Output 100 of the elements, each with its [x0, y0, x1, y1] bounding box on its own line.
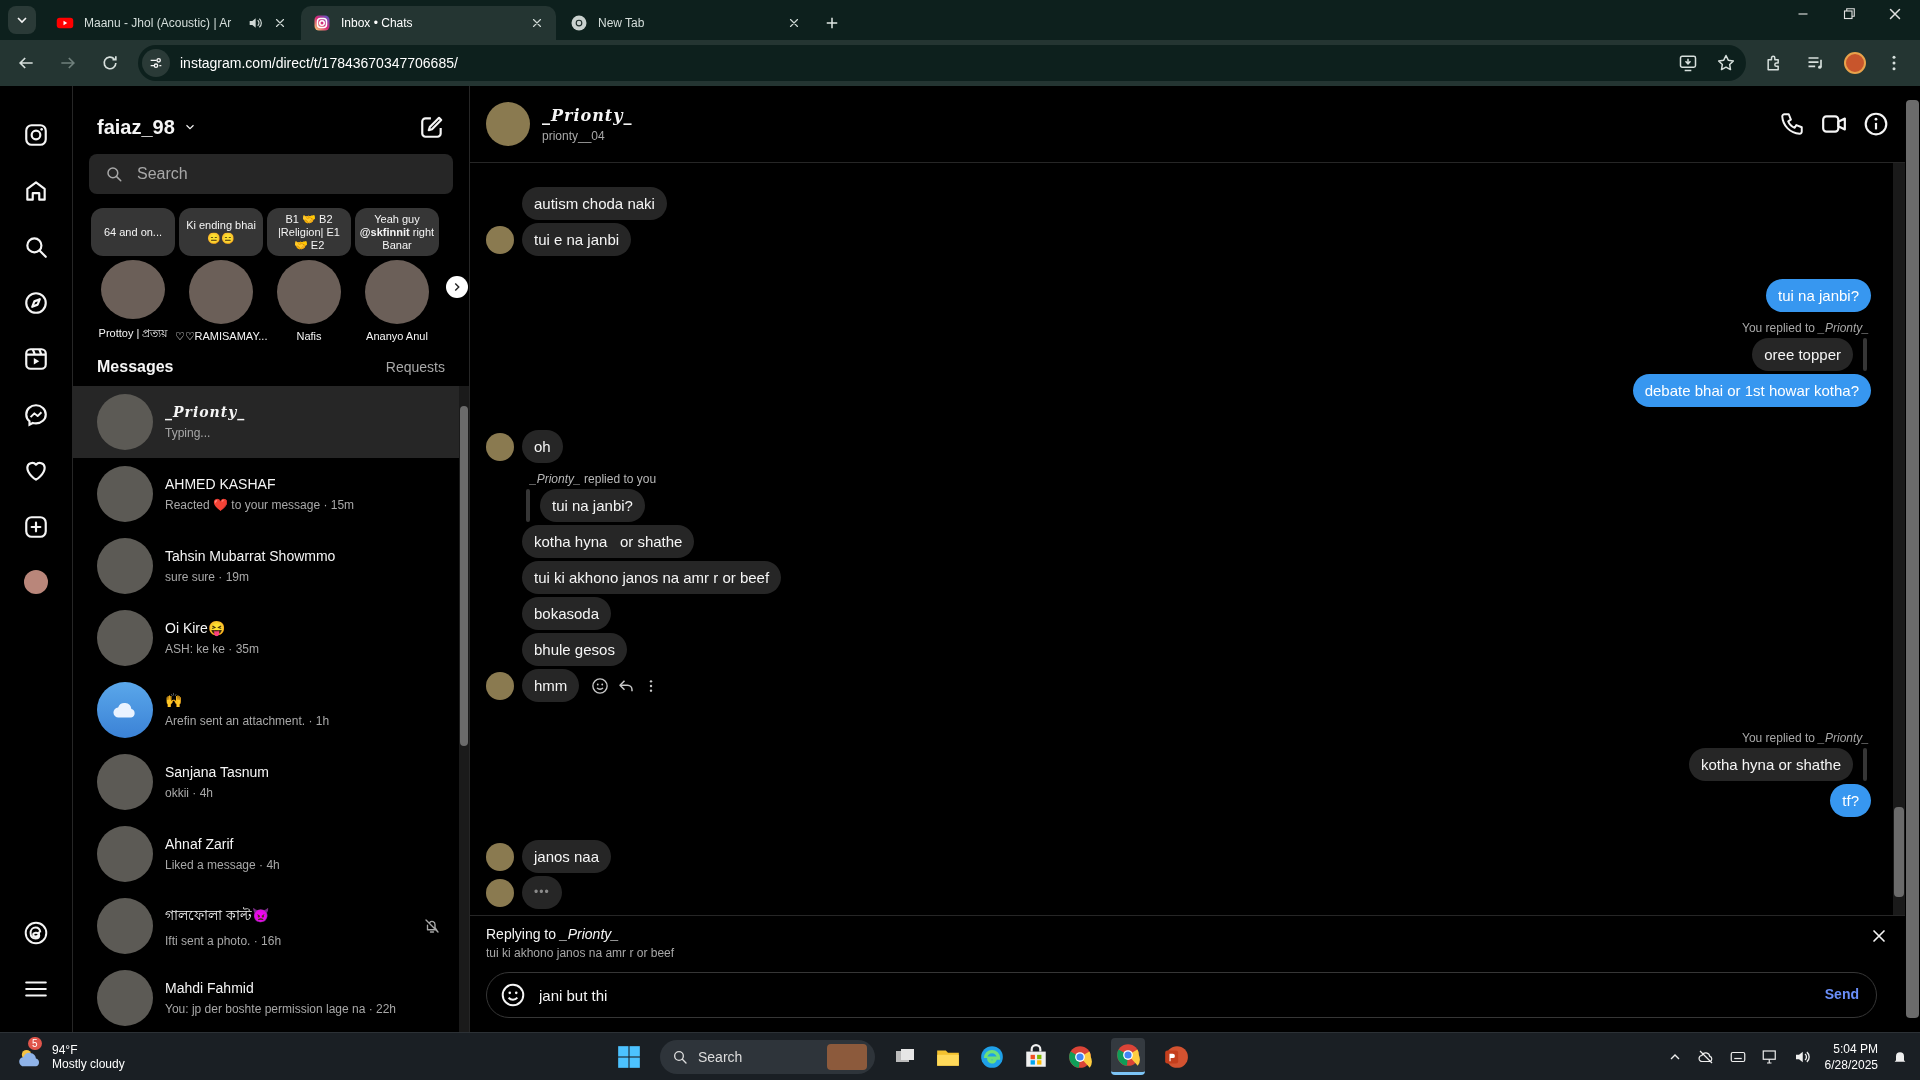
site-settings-icon[interactable] [148, 55, 164, 71]
send-button[interactable]: Send [1824, 986, 1859, 1002]
browser-tab[interactable]: New Tab [558, 6, 813, 40]
contact-name: Oi Kire😝 [165, 620, 226, 636]
windows-logo-icon[interactable] [616, 1043, 642, 1070]
search-highlight-picture [827, 1043, 867, 1070]
reload-icon[interactable] [100, 53, 120, 73]
wave-browser-icon[interactable] [979, 1043, 1005, 1070]
note-bubble[interactable]: B1 🤝 B2 |Religion| E1 🤝 E2 [267, 208, 351, 256]
address-bar[interactable]: instagram.com/direct/t/17843670347706685/ [138, 45, 1746, 81]
close-icon[interactable] [530, 16, 544, 30]
message-preview: You: jp der boshte permission lage na · 22h [165, 1002, 398, 1016]
account-switcher[interactable]: faiaz_98 [97, 115, 197, 139]
photo-placeholder [97, 466, 153, 522]
tab-search-button[interactable] [8, 6, 36, 34]
conversation-item[interactable]: Mahdi Fahmid You: jp der boshte permission lage na · 22h [73, 962, 459, 1032]
requests-link[interactable]: Requests [385, 359, 445, 375]
clock[interactable]: 5:04 PM 6/28/2025 [1824, 1040, 1878, 1073]
message-preview: Ifti sent a photo. · 16h [165, 934, 283, 948]
close-icon[interactable] [787, 16, 801, 30]
conversation-item[interactable]: _Prionty_ Typing... [73, 386, 459, 458]
search-icon[interactable] [23, 234, 49, 260]
next-button[interactable] [446, 276, 468, 298]
browser-tab[interactable]: Maanu - Jhol (Acoustic) | Ar [44, 6, 299, 40]
username: prionty__04 [542, 128, 606, 143]
camera-logo-icon[interactable] [23, 122, 49, 148]
conversation-item[interactable]: গালফোলা কাল্ট👿 Ifti sent a photo. · 16h [73, 890, 459, 962]
scrollbar[interactable] [459, 386, 469, 1032]
close-icon[interactable] [273, 16, 287, 30]
photo-placeholder [97, 898, 153, 954]
tab-title: New Tab [598, 16, 646, 30]
chrome-style-icon[interactable] [1067, 1043, 1093, 1070]
note-bubble[interactable]: Yeah guy @skfinnit right Banar [355, 208, 439, 256]
emoji-icon[interactable] [500, 982, 526, 1008]
contact-name: Ahnaf Zarif [165, 836, 235, 852]
phone-icon[interactable] [1779, 111, 1805, 137]
scrollbar[interactable] [1893, 163, 1905, 915]
conversation-item[interactable]: Sanjana Tasnum okkii · 4h [73, 746, 459, 818]
conversation-item[interactable]: Oi Kire😝 ASH: ke ke · 35m [73, 602, 459, 674]
story-name: Ananyo Anul [366, 330, 428, 342]
threads-icon[interactable] [23, 920, 49, 946]
photo-placeholder [97, 970, 153, 1026]
chrome-style-icon [1115, 1042, 1141, 1068]
message-preview: Arefin sent an attachment. · 1h [165, 714, 331, 728]
contact-name[interactable]: _Prionty_ [542, 105, 1767, 125]
star-icon[interactable] [1716, 53, 1736, 73]
home-icon[interactable] [23, 178, 49, 204]
url-text: instagram.com/direct/t/17843670347706685/ [180, 55, 459, 71]
search-field[interactable]: Search [89, 154, 453, 194]
plus-square-icon[interactable] [23, 514, 49, 540]
monitor-icon[interactable] [1760, 1047, 1779, 1066]
conversation-item[interactable]: Ahnaf Zarif Liked a message · 4h [73, 818, 459, 890]
store-bag-icon[interactable] [1023, 1043, 1049, 1070]
temperature: 94°F [52, 1042, 79, 1057]
contact-name: Tahsin Mubarrat Showmmo [165, 548, 337, 564]
notification-badge: 5 [28, 1036, 42, 1050]
replying-to-label: Replying to _Prionty_ [486, 926, 621, 942]
taskbar-search[interactable]: Search [660, 1039, 875, 1074]
message-bubble: debate bhai or 1st howar kotha? [1632, 374, 1871, 407]
message-preview: Reacted ❤ to your message · 15m [165, 498, 356, 512]
note-bubble[interactable]: Ki ending bhai 😑😑 [179, 208, 263, 256]
photo-placeholder [97, 826, 153, 882]
conversation-item[interactable]: 🙌 Arefin sent an attachment. · 1h [73, 674, 459, 746]
profile-avatar[interactable] [1844, 52, 1866, 74]
weather-condition: Mostly cloudy [52, 1056, 125, 1071]
reply-label: You replied to _Prionty_ [1741, 320, 1870, 335]
photo-placeholder[interactable] [486, 102, 530, 146]
active-app-button[interactable] [1111, 1038, 1145, 1075]
install-icon[interactable] [1678, 53, 1698, 73]
message-bubble: janos naa [522, 840, 612, 873]
message-bubble: hmm [522, 669, 580, 702]
conversation-item[interactable]: AHMED KASHAF Reacted ❤ to your message · 15m [73, 458, 459, 530]
compose-icon[interactable] [419, 114, 445, 140]
contact-name: Sanjana Tasnum [165, 764, 271, 780]
message-preview: ASH: ke ke · 35m [165, 642, 261, 656]
typing-indicator: ••• [522, 876, 562, 909]
slides-app-icon[interactable] [1163, 1043, 1189, 1070]
message-bubble: bhule gesos [522, 633, 627, 666]
search-icon [672, 1048, 688, 1065]
info-icon[interactable] [1863, 111, 1889, 137]
contact-name: Mahdi Fahmid [165, 980, 255, 996]
smiley-icon[interactable] [591, 676, 610, 695]
reels-icon[interactable] [23, 346, 49, 372]
messenger-icon[interactable] [23, 402, 49, 428]
message-preview: okkii · 4h [165, 786, 215, 800]
photo-placeholder [97, 754, 153, 810]
photo-placeholder [97, 610, 153, 666]
compass-icon[interactable] [23, 290, 49, 316]
reply-label: You replied to _Prionty_ [1741, 730, 1870, 745]
note-bubble[interactable]: 64 and on... [91, 208, 175, 256]
conversation-item[interactable]: Tahsin Mubarrat Showmmo sure sure · 19m [73, 530, 459, 602]
speaker-icon[interactable] [247, 15, 263, 31]
profile-avatar[interactable] [24, 570, 48, 594]
message-preview: sure sure · 19m [165, 570, 251, 584]
quoted-text: tui ki akhono janos na amr r or beef [486, 946, 675, 960]
message-bubble: kotha hyna or shathe [522, 525, 695, 558]
photo-placeholder [97, 394, 153, 450]
tab-title: Inbox • Chats [341, 16, 414, 30]
story-name: Prottoy | প্রত্যয় [98, 326, 168, 341]
browser-tab[interactable]: Inbox • Chats [301, 6, 556, 40]
